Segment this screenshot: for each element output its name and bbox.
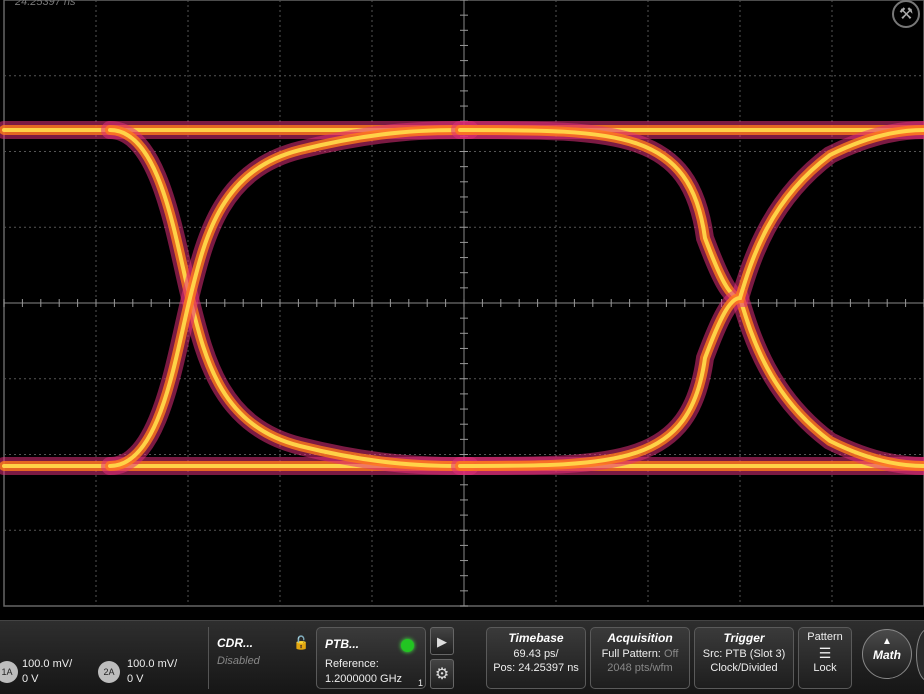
channel-1a-badge[interactable]: 1A xyxy=(0,661,18,683)
full-pattern-value: Off xyxy=(663,648,679,660)
cdr-panel[interactable]: CDR... Disabled 🔓 xyxy=(208,627,314,689)
cdr-status: Disabled xyxy=(217,655,260,667)
channel-2a-scale: 100.0 mV/ xyxy=(127,658,178,670)
lock-icon: 🔓 xyxy=(293,635,310,650)
waveform-display[interactable]: 24.25397 ns ⚒ xyxy=(0,0,924,610)
control-bar: 1A 100.0 mV/ 0 V 2A 100.0 mV/ 0 V CDR...… xyxy=(0,620,924,694)
gear-icon[interactable]: ⚙ xyxy=(430,659,454,689)
trigger-title: Trigger xyxy=(723,631,765,645)
time-position-readout: 24.25397 ns xyxy=(15,0,76,8)
triangle-up-icon: ▲ xyxy=(882,636,892,647)
timebase-scale: 69.43 ps/ xyxy=(513,648,559,660)
acquisition-title: Acquisition xyxy=(607,631,673,645)
pattern-lock-label: Lock xyxy=(813,662,837,674)
ptb-panel[interactable]: PTB... Reference: 1.2000000 GHz 1 xyxy=(316,627,426,689)
ptb-slot: 1 xyxy=(417,678,423,688)
pattern-title: Pattern xyxy=(807,631,843,643)
channel-2a-offset: 0 V xyxy=(127,673,144,685)
full-pattern-label: Full Pattern: xyxy=(601,648,661,660)
cdr-title: CDR... xyxy=(217,636,253,650)
play-icon[interactable]: ▶ xyxy=(430,627,454,655)
ptb-reference-value: 1.2000000 GHz xyxy=(325,673,403,685)
next-control-edge[interactable] xyxy=(916,629,924,681)
trigger-mode: Clock/Divided xyxy=(710,662,778,674)
channel-2a-badge[interactable]: 2A xyxy=(98,661,120,683)
ptb-reference-label: Reference: xyxy=(325,658,379,670)
acquisition-points: 2048 pts/wfm xyxy=(607,662,673,674)
math-button[interactable]: ▲ Math xyxy=(862,629,912,679)
ptb-status-indicator xyxy=(401,639,414,652)
trigger-panel[interactable]: Trigger Src: PTB (Slot 3) Clock/Divided xyxy=(694,627,794,689)
timebase-title: Timebase xyxy=(508,631,564,645)
pattern-lock-icon: ☰ xyxy=(818,645,832,661)
eye-diagram xyxy=(0,0,924,607)
channel-1a-offset: 0 V xyxy=(22,673,39,685)
pattern-lock-panel[interactable]: Pattern ☰ Lock xyxy=(798,627,852,689)
timebase-position: Pos: 24.25397 ns xyxy=(493,662,579,674)
acquisition-panel[interactable]: Acquisition Full Pattern: Off 2048 pts/w… xyxy=(590,627,690,689)
channel-1a-scale: 100.0 mV/ xyxy=(22,658,73,670)
trigger-source: Src: PTB (Slot 3) xyxy=(702,648,786,660)
graticule xyxy=(3,0,924,607)
timebase-panel[interactable]: Timebase 69.43 ps/ Pos: 24.25397 ns xyxy=(486,627,586,689)
math-label: Math xyxy=(873,648,901,662)
wrench-icon[interactable]: ⚒ xyxy=(892,0,920,28)
ptb-title: PTB... xyxy=(325,637,360,651)
